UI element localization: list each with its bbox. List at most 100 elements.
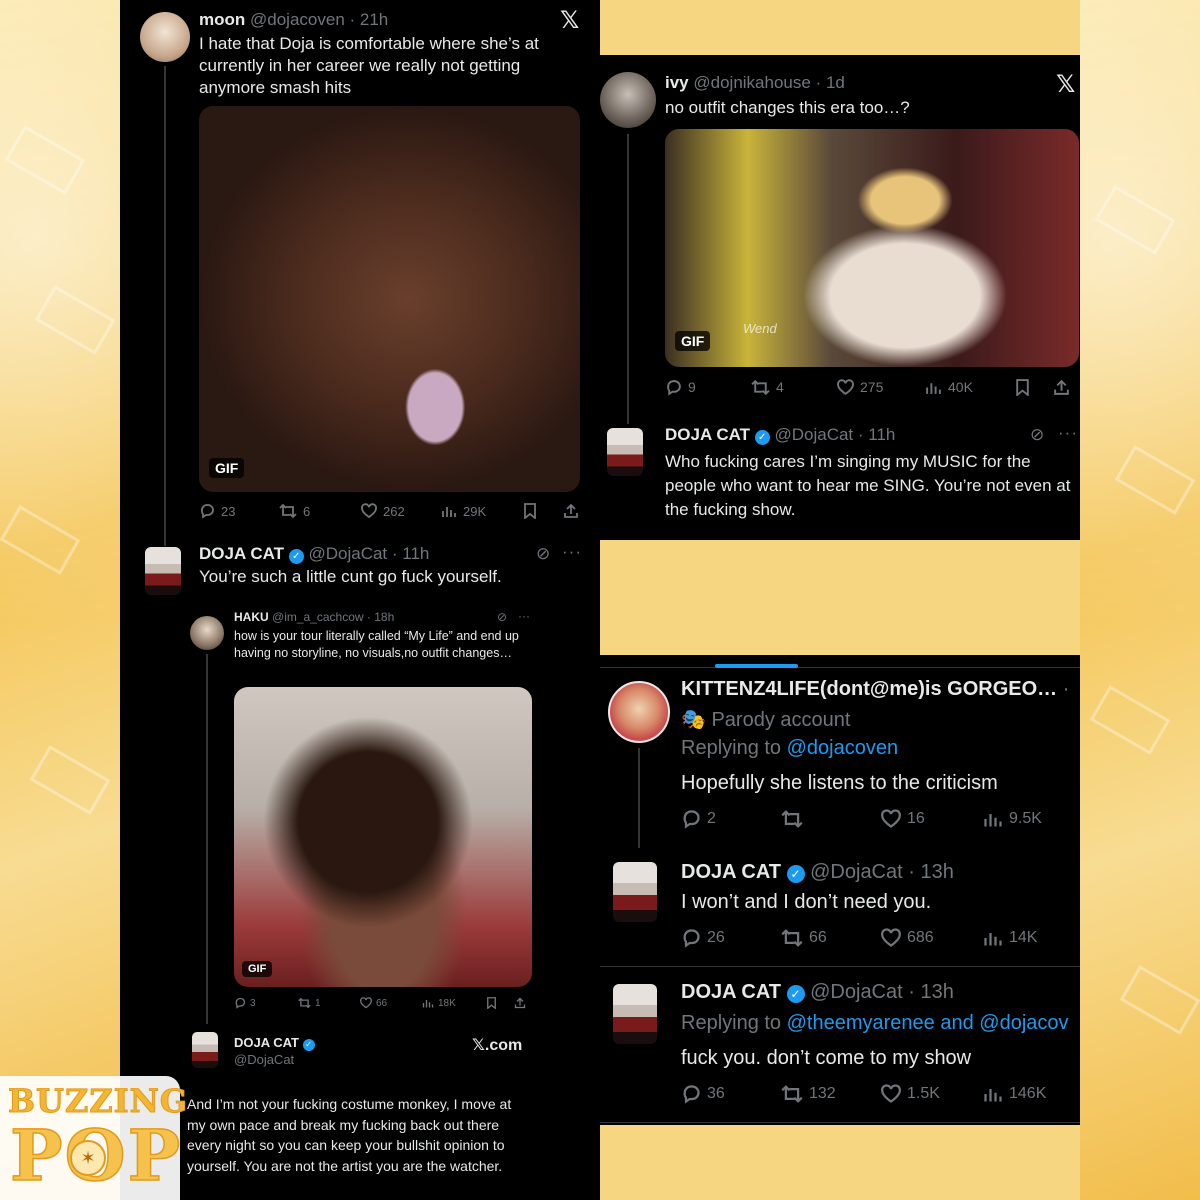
author-handle[interactable]: @DojaCat [234, 1052, 294, 1067]
views-button[interactable]: 18K [422, 997, 486, 1009]
grok-icon[interactable]: ⊘ [497, 610, 507, 624]
tweet-time[interactable]: 11h [402, 544, 429, 563]
tweet-time[interactable]: 21h [360, 10, 388, 29]
bookmark-button[interactable] [1015, 378, 1053, 396]
author-handle[interactable]: @dojacoven [250, 10, 345, 29]
author-name[interactable]: DOJA CAT [234, 1035, 299, 1050]
avatar[interactable] [608, 681, 670, 743]
share-button[interactable] [1053, 379, 1070, 396]
avatar[interactable] [140, 12, 190, 62]
tweet-time[interactable]: 13h [920, 861, 953, 883]
mention-link[interactable]: @dojacoven [787, 737, 898, 759]
author-name[interactable]: DOJA CAT [681, 861, 781, 883]
reply-button[interactable]: 3 [234, 997, 298, 1009]
like-button[interactable]: 686 [881, 928, 983, 948]
avatar[interactable] [145, 547, 181, 595]
bookmark-icon [487, 997, 496, 1009]
author-name[interactable]: moon [199, 10, 245, 29]
tweet-text: I hate that Doja is comfortable where sh… [199, 34, 539, 97]
divider [600, 966, 1080, 967]
parody-badge: Parody account [711, 709, 851, 731]
avatar[interactable] [600, 72, 656, 128]
author-name[interactable]: KITTENZ4LIFE(dont@me)is GORGEO… [681, 678, 1057, 700]
author-name[interactable]: DOJA CAT [199, 544, 284, 563]
retweet-button[interactable]: 66 [781, 928, 881, 948]
x-logo-icon[interactable]: 𝕏 [1056, 70, 1075, 99]
views-button[interactable]: 14K [983, 928, 1037, 948]
views-icon [984, 933, 1002, 946]
author-handle[interactable]: @DojaCat [774, 425, 853, 444]
retweet-button[interactable]: 4 [751, 379, 837, 396]
like-button[interactable]: 262 [361, 503, 441, 519]
like-button[interactable]: 16 [881, 809, 983, 829]
tweet-text: Who fucking cares I’m singing my MUSIC f… [665, 452, 1071, 519]
source-link[interactable]: 𝕏.com [472, 1035, 522, 1055]
share-button[interactable] [563, 503, 579, 519]
bookmark-button[interactable] [523, 503, 563, 519]
author-handle[interactable]: @DojaCat [810, 981, 903, 1003]
avatar[interactable] [607, 428, 643, 476]
author-name[interactable]: ivy [665, 73, 689, 92]
grok-icon[interactable]: ⊘ [1030, 425, 1044, 445]
more-options-icon[interactable]: ··· [1058, 423, 1078, 443]
reply-button[interactable]: 26 [681, 928, 781, 948]
mention-link[interactable]: @theemyarenee and @dojacov [787, 1012, 1069, 1034]
thread-line [164, 66, 166, 546]
retweet-count: 6 [303, 503, 311, 519]
like-button[interactable]: 66 [360, 997, 422, 1009]
author-handle[interactable]: @DojaCat [810, 861, 903, 883]
tweet-time[interactable]: 1d [826, 73, 845, 92]
reply-icon [683, 929, 700, 948]
avatar[interactable] [192, 1032, 218, 1068]
avatar[interactable] [190, 616, 224, 650]
author-handle[interactable]: @DojaCat [308, 544, 387, 563]
author-handle[interactable]: @dojnikahouse [693, 73, 810, 92]
grok-icon[interactable]: ⊘ [536, 544, 550, 564]
tweet-media-gif[interactable]: GIF [199, 106, 580, 492]
retweet-button[interactable]: 132 [781, 1084, 881, 1104]
tweet-time[interactable]: 18h [374, 610, 394, 624]
reply-button[interactable]: 23 [199, 503, 279, 519]
views-button[interactable]: 9.5K [983, 809, 1042, 829]
tweet-text: no outfit changes this era too…? [665, 98, 910, 117]
more-options-icon[interactable]: ··· [562, 542, 582, 562]
x-logo-icon[interactable]: 𝕏 [560, 6, 579, 35]
tweet-time[interactable]: 11h [868, 425, 895, 444]
reply-count: 2 [707, 810, 716, 827]
tweet-time[interactable]: 13h [920, 981, 953, 1003]
views-button[interactable]: 40K [925, 379, 1015, 396]
views-button[interactable]: 29K [441, 503, 523, 519]
views-button[interactable]: 146K [983, 1084, 1046, 1104]
author-name[interactable]: DOJA CAT [665, 425, 750, 444]
reply-icon [667, 379, 681, 396]
avatar[interactable] [613, 862, 657, 922]
avatar[interactable] [613, 984, 657, 1044]
tweet-text: how is your tour literally called “My Li… [234, 629, 519, 660]
reply-button[interactable]: 36 [681, 1084, 781, 1104]
tweet-actions: 2 16 9.5K [681, 807, 1076, 831]
views-icon [984, 814, 1002, 827]
tweet-header: moon @dojacoven · 21h [199, 10, 389, 29]
share-button[interactable] [514, 997, 526, 1009]
heart-icon [837, 378, 854, 395]
retweet-button[interactable]: 6 [279, 503, 361, 519]
reply-button[interactable]: 2 [681, 809, 781, 829]
bookmark-button[interactable] [486, 997, 514, 1009]
tweet-media-gif[interactable]: GIF [234, 687, 532, 987]
like-button[interactable]: 275 [837, 378, 925, 396]
gif-badge: GIF [209, 458, 245, 478]
retweet-button[interactable] [781, 809, 881, 829]
like-button[interactable]: 1.5K [881, 1084, 983, 1104]
more-options-icon[interactable]: ··· [518, 609, 530, 623]
reply-button[interactable]: 9 [665, 379, 751, 396]
author-name[interactable]: HAKU [234, 610, 269, 624]
tweet-media-gif[interactable]: Wend GIF [665, 129, 1079, 367]
retweet-button[interactable]: 1 [298, 997, 360, 1009]
verified-badge-icon: ✓ [754, 430, 770, 445]
thread-line [206, 654, 208, 1024]
honeycomb-shape [1094, 185, 1176, 255]
author-name[interactable]: DOJA CAT [681, 981, 781, 1003]
author-handle[interactable]: @im_a_cachcow [272, 610, 364, 624]
tweet-text: I won’t and I don’t need you. [681, 891, 932, 913]
tab-indicator [715, 664, 798, 668]
